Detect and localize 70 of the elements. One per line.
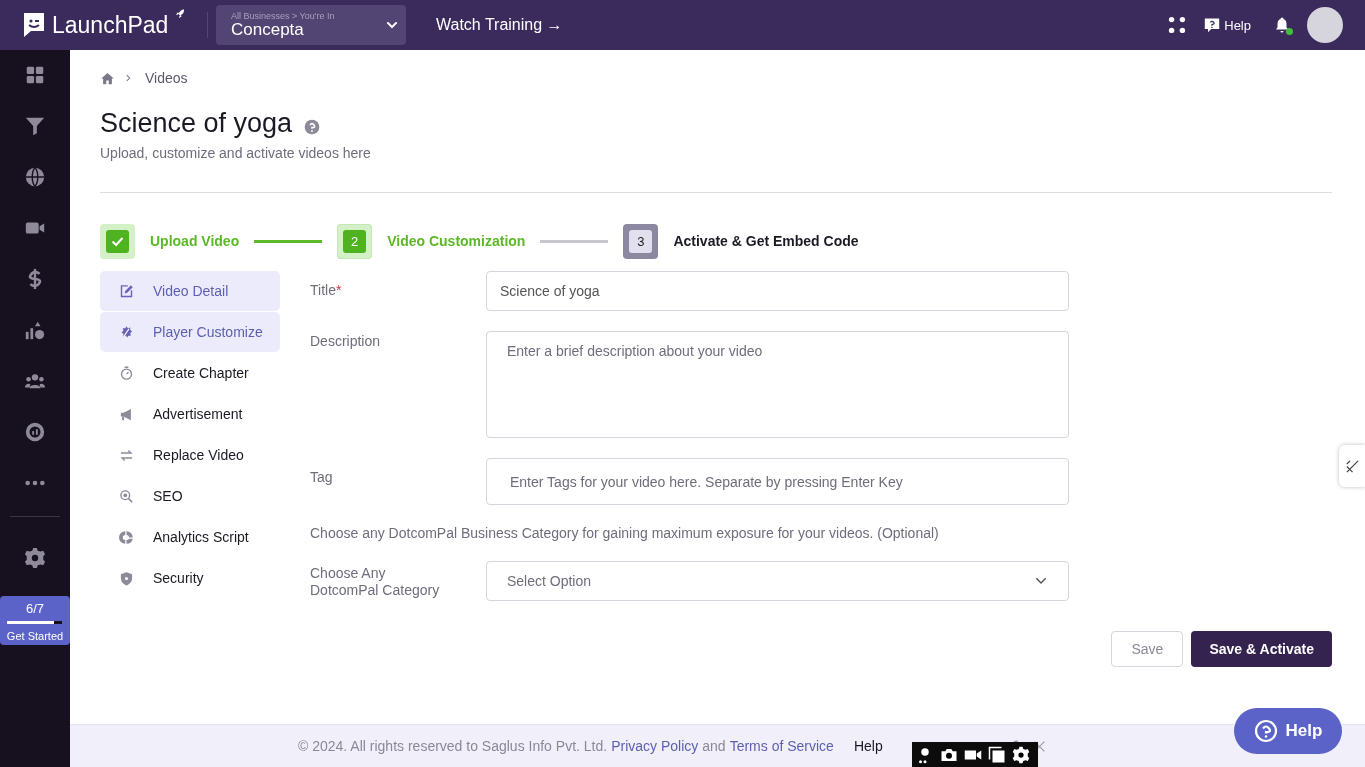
- menu-item[interactable]: Video Detail: [100, 271, 280, 311]
- search-icon: [119, 488, 134, 504]
- menu-item[interactable]: Advertisement: [100, 394, 280, 434]
- menu-item[interactable]: Create Chapter: [100, 353, 280, 393]
- avatar[interactable]: [1307, 7, 1343, 43]
- menu-item[interactable]: Security: [100, 558, 280, 598]
- switcher-caption: All Businesses > You're In: [231, 11, 336, 21]
- shield-icon: [119, 570, 134, 586]
- step-label: Video Customization: [387, 233, 526, 249]
- progress-label: Get Started: [6, 630, 64, 642]
- step-label: Activate & Get Embed Code: [673, 233, 859, 249]
- bar-chart-icon[interactable]: [24, 319, 46, 341]
- save-button[interactable]: Save: [1111, 631, 1184, 667]
- home-icon[interactable]: [100, 70, 115, 86]
- step-connector: [540, 239, 609, 243]
- business-switcher[interactable]: All Businesses > You're In Concepta: [216, 5, 406, 45]
- step-badge: 3: [623, 223, 659, 259]
- question-bubble-icon: [1204, 17, 1221, 33]
- title-field[interactable]: Science of yoga: [486, 271, 1069, 311]
- page-subtitle: Upload, customize and activate videos here: [100, 145, 372, 161]
- dashboard-grid-icon[interactable]: [24, 64, 46, 86]
- swap-arrows-icon: [119, 447, 134, 463]
- gauge-icon[interactable]: [24, 421, 46, 443]
- watch-training-link[interactable]: Watch Training →: [436, 16, 563, 34]
- progress-count: 6/7: [24, 601, 46, 616]
- menu-item[interactable]: Replace Video: [100, 435, 280, 475]
- windows-icon[interactable]: [988, 745, 1006, 764]
- settings-icon[interactable]: [1012, 745, 1030, 764]
- stopwatch-icon: [119, 365, 134, 381]
- switcher-value: Concepta: [231, 21, 305, 39]
- logo-text: LaunchPad: [52, 11, 169, 39]
- tag-field[interactable]: Enter Tags for your video here. Separate by pressing Enter Key: [486, 458, 1069, 505]
- funnel-icon[interactable]: [24, 115, 46, 137]
- footer-link[interactable]: Help: [853, 738, 883, 754]
- description-field[interactable]: Enter a brief description about your video: [486, 331, 1069, 438]
- breadcrumb-link[interactable]: Videos: [145, 70, 188, 86]
- field-label: Tag: [310, 468, 334, 486]
- step-label: Upload Video: [150, 233, 240, 249]
- speech-bubble-logo-icon: [22, 10, 46, 40]
- help-circle-icon[interactable]: [304, 118, 321, 135]
- copyright-text: © 2024. All rights reserved to Saglus Info Pvt. Ltd.: [298, 738, 608, 754]
- category-hint: Choose any DotcomPal Business Category for gaining maximum exposure for your videos. (Optional): [310, 525, 940, 541]
- edit-icon: [119, 283, 134, 299]
- rocket-icon: [174, 8, 187, 20]
- menu-item[interactable]: Analytics Script: [100, 517, 280, 557]
- pencil-ruler-icon: [1344, 458, 1360, 474]
- globe-icon[interactable]: [24, 166, 46, 188]
- puzzle-icon: [119, 324, 134, 340]
- footer-text: and: [702, 738, 726, 754]
- step-connector: [254, 239, 323, 243]
- side-tab[interactable]: [1339, 445, 1365, 487]
- terms-link[interactable]: Terms of Service: [729, 738, 834, 754]
- field-label: Title*: [310, 281, 343, 299]
- get-started-card[interactable]: 6/7 Get Started: [0, 596, 70, 645]
- privacy-policy-link[interactable]: Privacy Policy: [611, 738, 699, 754]
- save-activate-button[interactable]: Save & Activate: [1191, 631, 1332, 667]
- field-label: Description: [310, 332, 382, 350]
- question-circle-icon: [1253, 719, 1278, 743]
- apps-grid-icon[interactable]: [1168, 16, 1187, 34]
- menu-item[interactable]: Player Customize: [100, 312, 280, 352]
- megaphone-icon: [119, 406, 134, 422]
- field-label: Choose Any DotcomPal Category: [310, 564, 441, 599]
- help-link[interactable]: Help: [1204, 17, 1251, 33]
- pie-chart-icon: [119, 529, 134, 545]
- category-select[interactable]: Select Option: [486, 561, 1069, 601]
- step-badge: 2: [337, 223, 373, 259]
- help-button[interactable]: Help: [1234, 708, 1342, 754]
- menu-item[interactable]: SEO: [100, 476, 280, 516]
- chevron-right-icon: [123, 73, 133, 83]
- page-title: Science of yoga: [100, 108, 293, 139]
